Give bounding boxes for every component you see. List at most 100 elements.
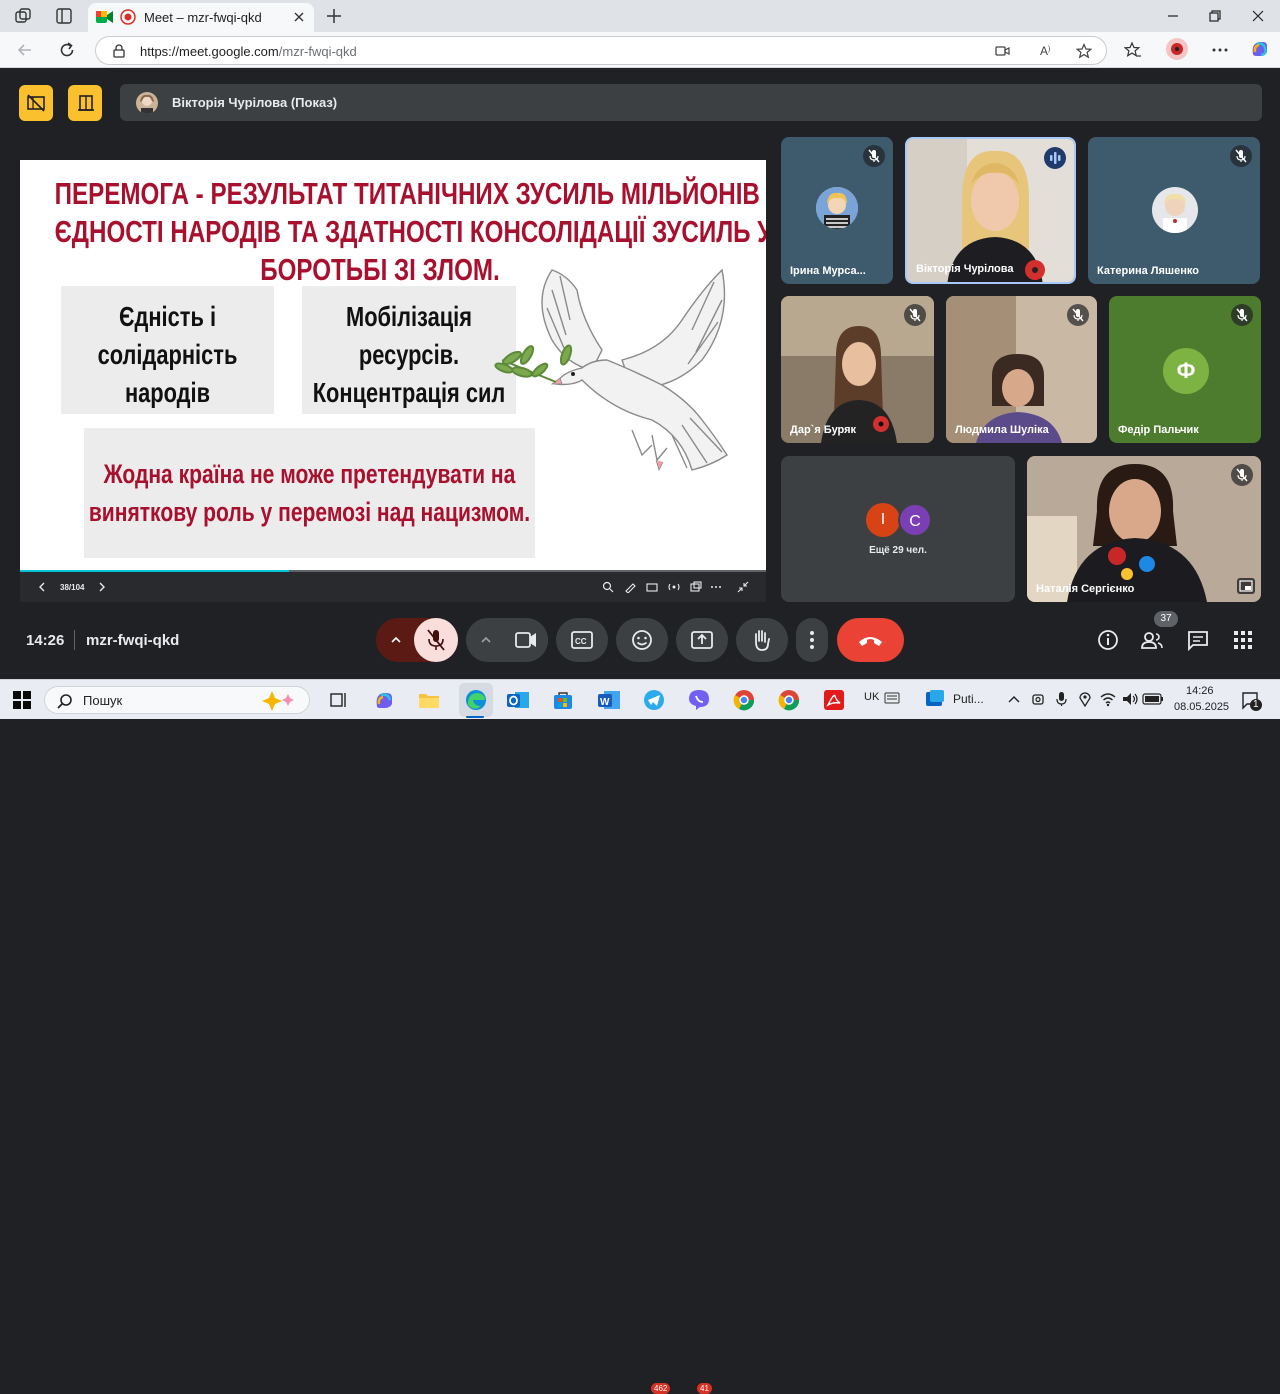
start-icon[interactable] xyxy=(13,691,31,709)
restore-icon[interactable] xyxy=(1207,8,1223,24)
presenter-label: Вікторія Чурілова (Показ) xyxy=(172,95,338,110)
cast-icon[interactable] xyxy=(668,581,680,593)
reactions-button[interactable] xyxy=(616,618,668,662)
participant-tile-iryna[interactable]: Ірина Мурса... xyxy=(781,137,893,284)
avatar-initial: І xyxy=(866,503,900,537)
pip-icon[interactable] xyxy=(1237,578,1255,594)
url-field[interactable]: https://meet.google.com/mzr-fwqi-qkd A) xyxy=(95,36,1107,65)
zoom-icon[interactable] xyxy=(602,581,614,593)
edge-app-icon[interactable] xyxy=(459,683,493,717)
participant-name: Федір Пальчик xyxy=(1118,424,1199,436)
participant-tile-viktoriia[interactable]: Вікторія Чурілова xyxy=(905,137,1076,284)
profile-avatar[interactable] xyxy=(1166,38,1188,60)
viber-icon[interactable] xyxy=(686,687,712,713)
active-app-indicator xyxy=(466,716,484,718)
camera-control-group xyxy=(466,618,548,662)
url-text: https://meet.google.com/mzr-fwqi-qkd xyxy=(140,44,357,59)
mic-off-icon xyxy=(1231,304,1253,326)
copilot-app-icon[interactable] xyxy=(371,687,397,713)
chrome-icon[interactable] xyxy=(776,687,802,713)
store-icon[interactable] xyxy=(550,687,576,713)
favorite-star-icon[interactable] xyxy=(1076,43,1092,59)
next-slide-icon[interactable] xyxy=(96,581,108,593)
volume-icon[interactable] xyxy=(1121,691,1139,707)
others-tile[interactable]: І С Ещё 29 чел. xyxy=(781,456,1015,602)
participant-tile-fedir[interactable]: Ф Федір Пальчик xyxy=(1109,296,1261,443)
hide-self-view-button[interactable] xyxy=(19,85,53,121)
clock-time[interactable]: 14:26 xyxy=(1186,685,1214,697)
video-options-button[interactable] xyxy=(466,618,506,662)
box1-line-3: народів xyxy=(124,377,211,408)
participant-tile-daria[interactable]: Дар`я Буряк xyxy=(781,296,934,443)
prev-slide-icon[interactable] xyxy=(36,581,48,593)
putty-label[interactable]: Puti... xyxy=(953,692,984,706)
microphone-tray-icon[interactable] xyxy=(1053,691,1069,707)
putty-app-icon[interactable] xyxy=(925,689,945,709)
captions-button[interactable]: CC xyxy=(556,618,608,662)
activities-icon[interactable] xyxy=(1231,628,1255,652)
more-menu-icon[interactable] xyxy=(1211,41,1229,59)
poppy-icon xyxy=(1023,259,1047,281)
slide-more-icon[interactable] xyxy=(710,581,722,593)
keyboard-icon[interactable] xyxy=(884,692,900,704)
task-view-icon[interactable] xyxy=(325,687,351,713)
audio-options-button[interactable] xyxy=(376,618,416,662)
workspaces-icon[interactable] xyxy=(14,7,32,25)
chat-icon[interactable] xyxy=(1186,628,1210,652)
pen-icon[interactable] xyxy=(624,581,636,593)
read-aloud-icon[interactable]: A) xyxy=(1040,43,1056,59)
camera-in-use-icon[interactable] xyxy=(995,44,1011,58)
more-options-button[interactable] xyxy=(796,618,828,662)
back-icon[interactable] xyxy=(16,41,34,59)
lock-icon[interactable] xyxy=(112,44,126,58)
exit-fullscreen-icon[interactable] xyxy=(737,581,749,593)
telegram-badge: 462 xyxy=(651,1383,671,1394)
acrobat-icon[interactable] xyxy=(821,687,847,713)
leave-room-button[interactable] xyxy=(68,85,102,121)
mic-toggle-button[interactable] xyxy=(414,618,458,662)
participant-tile-liudmyla[interactable]: Людмила Шуліка xyxy=(946,296,1097,443)
clock-date[interactable]: 08.05.2025 xyxy=(1174,701,1229,713)
participant-tile-nataliia[interactable]: Наталія Сергієнко xyxy=(1027,456,1261,602)
viber-badge: 41 xyxy=(697,1383,712,1394)
people-icon[interactable] xyxy=(1140,628,1164,652)
raise-hand-button[interactable] xyxy=(736,618,788,662)
wifi-icon[interactable] xyxy=(1099,691,1117,707)
taskbar-search[interactable]: Пошук xyxy=(44,686,310,714)
file-explorer-icon[interactable] xyxy=(416,687,442,713)
word-icon[interactable]: W xyxy=(596,687,622,713)
telegram-icon[interactable] xyxy=(641,687,667,713)
mic-off-icon xyxy=(1230,145,1252,167)
popout-icon[interactable] xyxy=(690,581,702,593)
address-bar-row: https://meet.google.com/mzr-fwqi-qkd A) xyxy=(0,32,1280,68)
close-tab-icon[interactable] xyxy=(292,10,306,24)
meeting-info-icon[interactable] xyxy=(1096,628,1120,652)
minimize-icon[interactable] xyxy=(1165,8,1181,24)
copilot-icon[interactable] xyxy=(1249,38,1271,60)
meeting-code: mzr-fwqi-qkd xyxy=(86,632,180,649)
participant-name: Катерина Ляшенко xyxy=(1097,265,1199,277)
svg-text:CC: CC xyxy=(575,637,587,646)
present-button[interactable] xyxy=(676,618,728,662)
show-hidden-icons[interactable] xyxy=(1007,692,1021,706)
mic-off-icon xyxy=(863,145,885,167)
outlook-icon[interactable] xyxy=(505,687,531,713)
favorites-icon[interactable] xyxy=(1124,41,1142,59)
battery-icon[interactable] xyxy=(1142,693,1164,705)
new-tab-icon[interactable] xyxy=(325,7,343,25)
close-window-icon[interactable] xyxy=(1250,8,1266,24)
refresh-icon[interactable] xyxy=(58,41,76,59)
camera-tray-icon[interactable] xyxy=(1030,691,1046,707)
camera-toggle-button[interactable] xyxy=(504,618,548,662)
chrome-profile-icon[interactable] xyxy=(731,687,757,713)
participant-name: Дар`я Буряк xyxy=(790,424,857,436)
end-call-button[interactable] xyxy=(837,618,904,662)
location-tray-icon[interactable] xyxy=(1077,691,1093,707)
captions-icon[interactable] xyxy=(646,581,658,593)
keyboard-language[interactable]: UK xyxy=(864,691,879,703)
tab-actions-icon[interactable] xyxy=(55,7,73,25)
participant-tile-kateryna[interactable]: Катерина Ляшенко xyxy=(1088,137,1260,284)
tab-meet[interactable]: Meet – mzr-fwqi-qkd xyxy=(88,3,314,32)
slide-title-line-2: ЄДНОСТІ НАРОДІВ ТА ЗДАТНОСТІ КОНСОЛІДАЦІ… xyxy=(54,214,766,249)
door-icon xyxy=(77,94,95,112)
